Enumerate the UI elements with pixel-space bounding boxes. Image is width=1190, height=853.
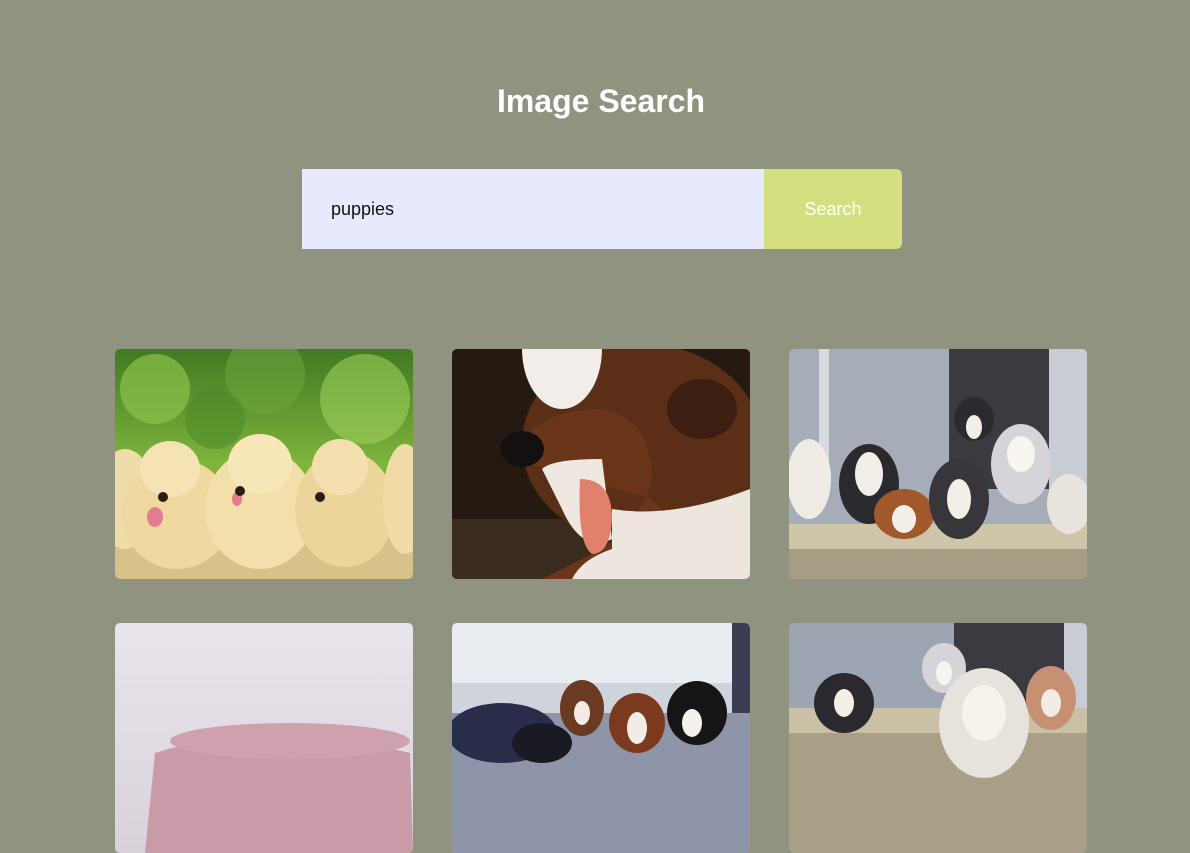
shepherd-puppies-image — [789, 349, 1087, 579]
image-result[interactable] — [115, 623, 413, 853]
image-result[interactable] — [452, 623, 750, 853]
search-form: Search — [302, 169, 902, 249]
image-result[interactable] — [452, 349, 750, 579]
search-input[interactable] — [302, 169, 764, 249]
golden-puppies-image — [115, 349, 413, 579]
cuddling-puppies-image — [452, 623, 750, 853]
page-title: Image Search — [496, 83, 706, 119]
image-results-grid — [115, 349, 1088, 853]
puppy-pillow-image — [115, 623, 413, 853]
image-result[interactable] — [789, 623, 1087, 853]
image-result[interactable] — [115, 349, 413, 579]
shepherd-puppies-door-image — [789, 623, 1087, 853]
image-result[interactable] — [789, 349, 1087, 579]
yawning-puppy-image — [452, 349, 750, 579]
search-button[interactable]: Search — [764, 169, 902, 249]
